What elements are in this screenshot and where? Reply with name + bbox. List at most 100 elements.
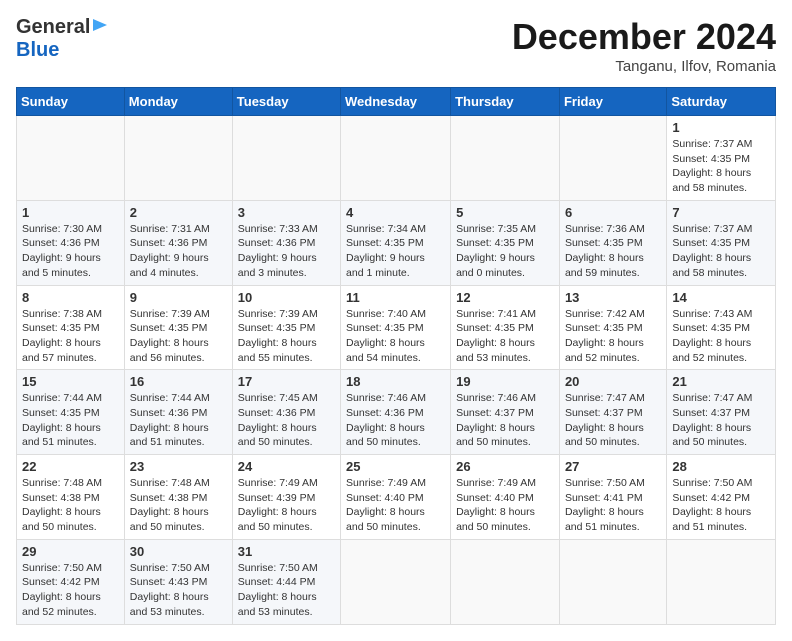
day-number: 8 [22, 290, 119, 305]
page-header: General Blue December 2024 Tanganu, Ilfo… [16, 16, 776, 75]
cell-details: Sunrise: 7:44 AMSunset: 4:36 PMDaylight:… [130, 391, 227, 450]
calendar-cell [667, 539, 776, 624]
calendar-cell [559, 116, 666, 201]
day-number: 23 [130, 459, 227, 474]
calendar-cell: 21 Sunrise: 7:47 AMSunset: 4:37 PMDayligh… [667, 370, 776, 455]
day-number: 9 [130, 290, 227, 305]
location-text: Tanganu, Ilfov, Romania [512, 58, 776, 75]
cell-details: Sunrise: 7:31 AMSunset: 4:36 PMDaylight:… [130, 222, 227, 281]
cell-details: Sunrise: 7:44 AMSunset: 4:35 PMDaylight:… [22, 391, 119, 450]
cell-details: Sunrise: 7:39 AMSunset: 4:35 PMDaylight:… [130, 307, 227, 366]
calendar-day-header: Wednesday [341, 88, 451, 116]
cell-details: Sunrise: 7:48 AMSunset: 4:38 PMDaylight:… [22, 476, 119, 535]
cell-details: Sunrise: 7:37 AMSunset: 4:35 PMDaylight:… [672, 137, 770, 196]
calendar-cell: 30Sunrise: 7:50 AMSunset: 4:43 PMDayligh… [124, 539, 232, 624]
day-number: 25 [346, 459, 445, 474]
calendar-cell: 8 Sunrise: 7:38 AMSunset: 4:35 PMDaylight… [17, 285, 125, 370]
calendar-cell: 9 Sunrise: 7:39 AMSunset: 4:35 PMDaylight… [124, 285, 232, 370]
day-number: 10 [238, 290, 335, 305]
cell-details: Sunrise: 7:47 AMSunset: 4:37 PMDaylight:… [565, 391, 661, 450]
cell-details: Sunrise: 7:41 AMSunset: 4:35 PMDaylight:… [456, 307, 554, 366]
day-number: 27 [565, 459, 661, 474]
calendar-cell: 19 Sunrise: 7:46 AMSunset: 4:37 PMDayligh… [451, 370, 560, 455]
day-number: 30 [130, 544, 227, 559]
calendar-cell: 25 Sunrise: 7:49 AMSunset: 4:40 PMDayligh… [341, 455, 451, 540]
day-number: 22 [22, 459, 119, 474]
calendar-cell [124, 116, 232, 201]
day-number: 26 [456, 459, 554, 474]
day-number: 12 [456, 290, 554, 305]
cell-details: Sunrise: 7:46 AMSunset: 4:36 PMDaylight:… [346, 391, 445, 450]
day-number: 17 [238, 374, 335, 389]
calendar-cell: 11 Sunrise: 7:40 AMSunset: 4:35 PMDayligh… [341, 285, 451, 370]
calendar-cell: 17 Sunrise: 7:45 AMSunset: 4:36 PMDayligh… [232, 370, 340, 455]
calendar-cell [451, 539, 560, 624]
calendar-cell [17, 116, 125, 201]
calendar-cell: 27Sunrise: 7:50 AMSunset: 4:41 PMDayligh… [559, 455, 666, 540]
calendar-cell: 24 Sunrise: 7:49 AMSunset: 4:39 PMDayligh… [232, 455, 340, 540]
calendar-cell [232, 116, 340, 201]
calendar-cell: 16Sunrise: 7:44 AMSunset: 4:36 PMDayligh… [124, 370, 232, 455]
calendar-cell: 14Sunrise: 7:43 AMSunset: 4:35 PMDayligh… [667, 285, 776, 370]
day-number: 6 [565, 205, 661, 220]
day-number: 11 [346, 290, 445, 305]
calendar-cell [559, 539, 666, 624]
calendar-cell: 26Sunrise: 7:49 AMSunset: 4:40 PMDayligh… [451, 455, 560, 540]
cell-details: Sunrise: 7:35 AMSunset: 4:35 PMDaylight:… [456, 222, 554, 281]
cell-details: Sunrise: 7:47 AMSunset: 4:37 PMDaylight:… [672, 391, 770, 450]
month-title: December 2024 [512, 16, 776, 58]
calendar-day-header: Saturday [667, 88, 776, 116]
cell-details: Sunrise: 7:34 AMSunset: 4:35 PMDaylight:… [346, 222, 445, 281]
calendar-cell: 31 Sunrise: 7:50 AMSunset: 4:44 PMDayligh… [232, 539, 340, 624]
cell-details: Sunrise: 7:50 AMSunset: 4:44 PMDaylight:… [238, 561, 335, 620]
cell-details: Sunrise: 7:48 AMSunset: 4:38 PMDaylight:… [130, 476, 227, 535]
calendar-cell: 2 Sunrise: 7:31 AMSunset: 4:36 PMDaylight… [124, 200, 232, 285]
cell-details: Sunrise: 7:50 AMSunset: 4:42 PMDaylight:… [22, 561, 119, 620]
calendar-day-header: Sunday [17, 88, 125, 116]
calendar-day-header: Tuesday [232, 88, 340, 116]
day-number: 1 [672, 120, 770, 135]
cell-details: Sunrise: 7:30 AMSunset: 4:36 PMDaylight:… [22, 222, 119, 281]
day-number: 19 [456, 374, 554, 389]
calendar-week-row: 8 Sunrise: 7:38 AMSunset: 4:35 PMDaylight… [17, 285, 776, 370]
calendar-cell: 12 Sunrise: 7:41 AMSunset: 4:35 PMDayligh… [451, 285, 560, 370]
title-block: December 2024 Tanganu, Ilfov, Romania [512, 16, 776, 75]
day-number: 13 [565, 290, 661, 305]
day-number: 18 [346, 374, 445, 389]
cell-details: Sunrise: 7:40 AMSunset: 4:35 PMDaylight:… [346, 307, 445, 366]
day-number: 21 [672, 374, 770, 389]
calendar-day-header: Monday [124, 88, 232, 116]
cell-details: Sunrise: 7:39 AMSunset: 4:35 PMDaylight:… [238, 307, 335, 366]
cell-details: Sunrise: 7:33 AMSunset: 4:36 PMDaylight:… [238, 222, 335, 281]
day-number: 14 [672, 290, 770, 305]
cell-details: Sunrise: 7:38 AMSunset: 4:35 PMDaylight:… [22, 307, 119, 366]
day-number: 15 [22, 374, 119, 389]
logo-arrow-icon [91, 16, 109, 39]
calendar-cell: 18 Sunrise: 7:46 AMSunset: 4:36 PMDayligh… [341, 370, 451, 455]
day-number: 7 [672, 205, 770, 220]
calendar-day-header: Friday [559, 88, 666, 116]
calendar-cell: 10 Sunrise: 7:39 AMSunset: 4:35 PMDayligh… [232, 285, 340, 370]
cell-details: Sunrise: 7:36 AMSunset: 4:35 PMDaylight:… [565, 222, 661, 281]
calendar-cell: 13Sunrise: 7:42 AMSunset: 4:35 PMDayligh… [559, 285, 666, 370]
calendar-table: SundayMondayTuesdayWednesdayThursdayFrid… [16, 87, 776, 625]
cell-details: Sunrise: 7:46 AMSunset: 4:37 PMDaylight:… [456, 391, 554, 450]
calendar-week-row: 29Sunrise: 7:50 AMSunset: 4:42 PMDayligh… [17, 539, 776, 624]
day-number: 5 [456, 205, 554, 220]
calendar-cell: 7Sunrise: 7:37 AMSunset: 4:35 PMDaylight… [667, 200, 776, 285]
calendar-cell: 15 Sunrise: 7:44 AMSunset: 4:35 PMDayligh… [17, 370, 125, 455]
logo: General Blue [16, 16, 110, 62]
cell-details: Sunrise: 7:45 AMSunset: 4:36 PMDaylight:… [238, 391, 335, 450]
calendar-cell: 4Sunrise: 7:34 AMSunset: 4:35 PMDaylight… [341, 200, 451, 285]
calendar-cell: 5 Sunrise: 7:35 AMSunset: 4:35 PMDaylight… [451, 200, 560, 285]
day-number: 2 [130, 205, 227, 220]
calendar-week-row: 15 Sunrise: 7:44 AMSunset: 4:35 PMDayligh… [17, 370, 776, 455]
calendar-week-row: 22 Sunrise: 7:48 AMSunset: 4:38 PMDayligh… [17, 455, 776, 540]
calendar-cell: 22 Sunrise: 7:48 AMSunset: 4:38 PMDayligh… [17, 455, 125, 540]
day-number: 24 [238, 459, 335, 474]
day-number: 31 [238, 544, 335, 559]
cell-details: Sunrise: 7:49 AMSunset: 4:40 PMDaylight:… [346, 476, 445, 535]
cell-details: Sunrise: 7:50 AMSunset: 4:42 PMDaylight:… [672, 476, 770, 535]
cell-details: Sunrise: 7:49 AMSunset: 4:39 PMDaylight:… [238, 476, 335, 535]
calendar-cell: 3Sunrise: 7:33 AMSunset: 4:36 PMDaylight… [232, 200, 340, 285]
